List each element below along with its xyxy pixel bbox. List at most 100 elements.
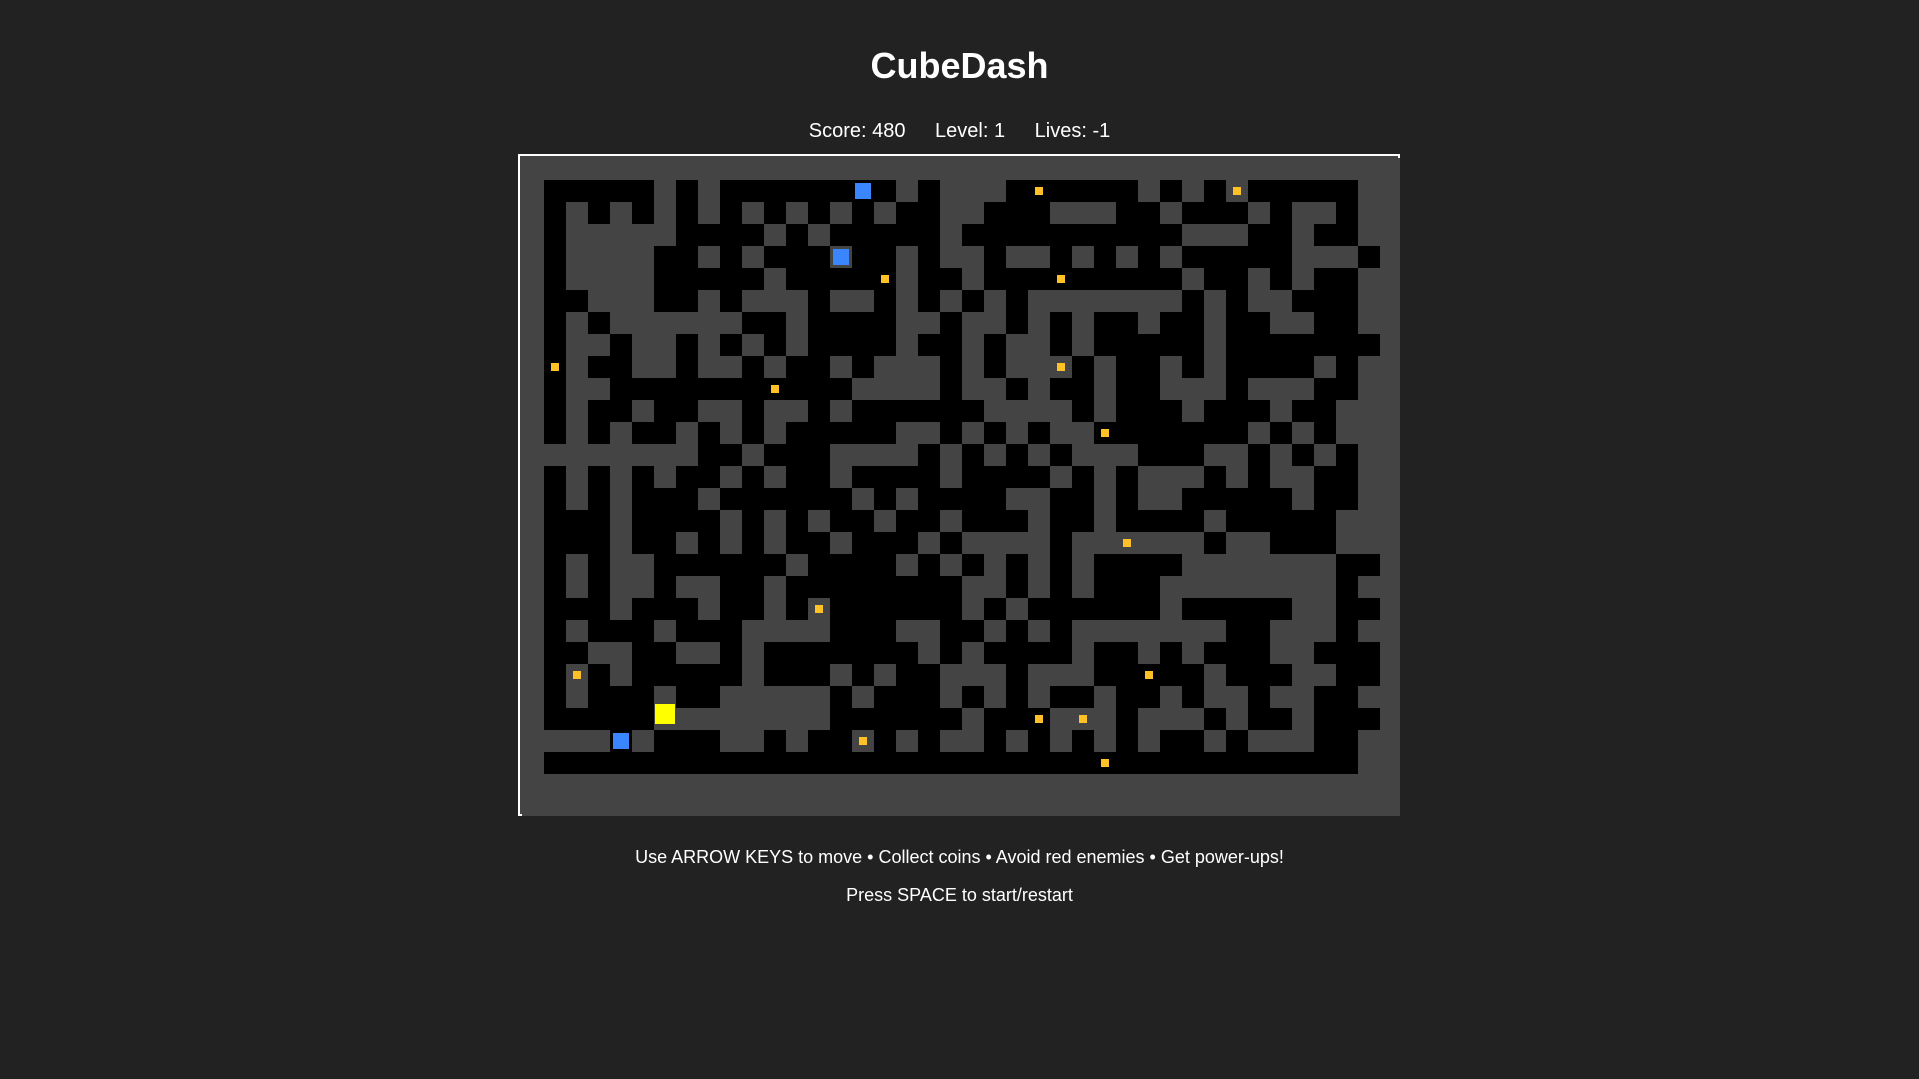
maze-floor-cell [808, 422, 830, 444]
maze-floor-cell [1248, 400, 1270, 422]
coin [1233, 187, 1241, 195]
maze-floor-cell [1028, 202, 1050, 224]
maze-floor-cell [852, 224, 874, 246]
maze-floor-cell [830, 268, 852, 290]
maze-floor-cell [984, 268, 1006, 290]
maze-floor-cell [544, 554, 566, 576]
maze-floor-cell [1028, 268, 1050, 290]
maze-floor-cell [808, 664, 830, 686]
maze-floor-cell [632, 708, 654, 730]
maze-floor-cell [896, 510, 918, 532]
maze-floor-cell [808, 312, 830, 334]
maze-floor-cell [1006, 202, 1028, 224]
maze-floor-cell [808, 554, 830, 576]
maze-floor-cell [874, 312, 896, 334]
maze-floor-cell [918, 180, 940, 202]
maze-floor-cell [1006, 620, 1028, 642]
maze-floor-cell [786, 598, 808, 620]
maze-floor-cell [1072, 180, 1094, 202]
maze-floor-cell [698, 378, 720, 400]
maze-floor-cell [720, 620, 742, 642]
maze-floor-cell [1336, 268, 1358, 290]
maze-floor-cell [676, 598, 698, 620]
maze-floor-cell [544, 290, 566, 312]
maze-floor-cell [720, 664, 742, 686]
maze-floor-cell [1050, 554, 1072, 576]
maze-floor-cell [676, 620, 698, 642]
maze-floor-cell [544, 620, 566, 642]
maze-floor-cell [566, 752, 588, 774]
maze-floor-cell [808, 246, 830, 268]
maze-floor-cell [676, 400, 698, 422]
maze-floor-cell [654, 488, 676, 510]
maze-floor-cell [1248, 620, 1270, 642]
maze-floor-cell [544, 334, 566, 356]
maze-floor-cell [984, 510, 1006, 532]
maze-floor-cell [852, 642, 874, 664]
maze-floor-cell [896, 642, 918, 664]
maze-floor-cell [1028, 642, 1050, 664]
maze-floor-cell [852, 664, 874, 686]
maze-floor-cell [808, 400, 830, 422]
maze-floor-cell [632, 664, 654, 686]
maze-floor-cell [610, 708, 632, 730]
maze-floor-cell [698, 620, 720, 642]
maze-floor-cell [1160, 312, 1182, 334]
maze-floor-cell [940, 488, 962, 510]
maze-floor-cell [1314, 268, 1336, 290]
maze-floor-cell [962, 510, 984, 532]
maze-floor-cell [676, 664, 698, 686]
maze-floor-cell [830, 180, 852, 202]
maze-floor-cell [1204, 642, 1226, 664]
maze-floor-cell [1072, 598, 1094, 620]
maze-canvas[interactable] [522, 158, 1400, 816]
maze-floor-cell [1116, 488, 1138, 510]
maze-floor-cell [962, 444, 984, 466]
maze-floor-cell [742, 598, 764, 620]
maze-floor-cell [632, 180, 654, 202]
maze-floor-cell [1050, 642, 1072, 664]
maze-floor-cell [852, 532, 874, 554]
maze-floor-cell [918, 246, 940, 268]
maze-floor-cell [1226, 334, 1248, 356]
maze-floor-cell [544, 642, 566, 664]
maze-floor-cell [1094, 312, 1116, 334]
maze-floor-cell [1292, 180, 1314, 202]
maze-floor-cell [654, 290, 676, 312]
maze-floor-cell [698, 444, 720, 466]
maze-floor-cell [1006, 466, 1028, 488]
maze-floor-cell [764, 334, 786, 356]
maze-floor-cell [1248, 246, 1270, 268]
maze-floor-cell [984, 334, 1006, 356]
maze-floor-cell [632, 510, 654, 532]
maze-floor-cell [1314, 312, 1336, 334]
maze-floor-cell [786, 356, 808, 378]
maze-floor-cell [1138, 356, 1160, 378]
maze-floor-cell [1138, 598, 1160, 620]
maze-floor-cell [720, 180, 742, 202]
maze-floor-cell [830, 620, 852, 642]
maze-floor-cell [1116, 268, 1138, 290]
maze-floor-cell [1314, 708, 1336, 730]
maze-floor-cell [676, 334, 698, 356]
maze-floor-cell [764, 642, 786, 664]
maze-floor-cell [1248, 752, 1270, 774]
maze-floor-cell [940, 576, 962, 598]
maze-floor-cell [764, 730, 786, 752]
maze-floor-cell [1204, 202, 1226, 224]
maze-floor-cell [874, 532, 896, 554]
maze-floor-cell [830, 510, 852, 532]
maze-floor-cell [566, 510, 588, 532]
maze-floor-cell [1336, 180, 1358, 202]
maze-floor-cell [720, 378, 742, 400]
game-board[interactable] [518, 154, 1400, 816]
maze-floor-cell [1006, 642, 1028, 664]
maze-floor-cell [632, 752, 654, 774]
maze-floor-cell [544, 752, 566, 774]
maze-floor-cell [830, 686, 852, 708]
maze-floor-cell [874, 488, 896, 510]
maze-floor-cell [1248, 334, 1270, 356]
maze-floor-cell [1006, 664, 1028, 686]
maze-floor-cell [742, 356, 764, 378]
maze-floor-cell [1160, 400, 1182, 422]
